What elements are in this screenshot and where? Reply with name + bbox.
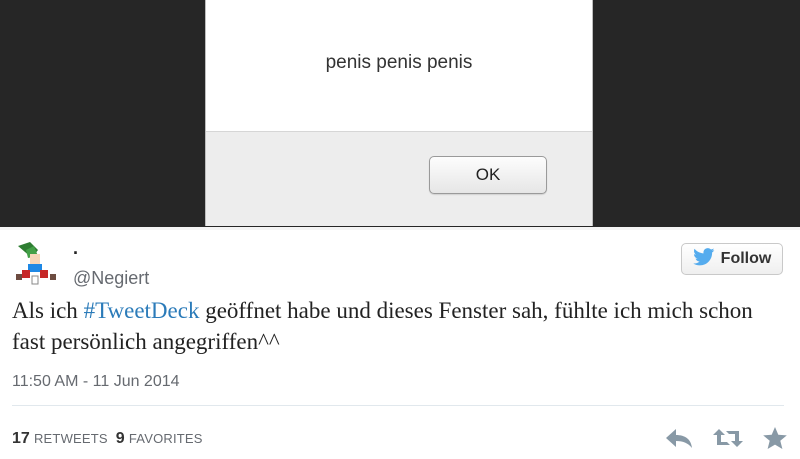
favorites-label: FAVORITES <box>128 431 203 446</box>
retweets-count: 17 <box>12 430 30 447</box>
favorites-stat[interactable]: 9 FAVORITES <box>116 430 203 448</box>
stats-divider <box>12 405 784 406</box>
reply-icon[interactable] <box>664 427 694 449</box>
retweets-stat[interactable]: 17 RETWEETS <box>12 430 108 448</box>
display-name[interactable]: . <box>73 238 78 259</box>
tweet-text-start: Als ich <box>12 298 84 323</box>
retweets-label: RETWEETS <box>33 431 108 446</box>
follow-label: Follow <box>720 250 772 267</box>
dialog-message: penis penis penis <box>325 52 473 73</box>
user-handle[interactable]: @Negiert <box>73 268 149 289</box>
hashtag-link[interactable]: #TweetDeck <box>84 298 200 323</box>
divider <box>0 227 800 230</box>
tweet-stats: 17 RETWEETS 9 FAVORITES <box>12 430 203 448</box>
favorites-count: 9 <box>115 430 125 447</box>
dialog-footer: OK <box>206 131 592 226</box>
retweet-icon[interactable] <box>712 427 744 449</box>
tweet-actions <box>664 424 788 452</box>
star-icon[interactable] <box>762 426 788 450</box>
tweet-timestamp[interactable]: 11:50 AM - 11 Jun 2014 <box>12 373 180 391</box>
alert-dialog: penis penis penis OK <box>205 0 593 226</box>
tweet-text: Als ich #TweetDeck geöffnet habe und die… <box>12 295 787 357</box>
follow-button[interactable]: Follow <box>681 243 783 275</box>
ok-button[interactable]: OK <box>429 156 547 194</box>
twitter-bird-icon <box>692 247 715 271</box>
avatar[interactable] <box>12 240 58 286</box>
